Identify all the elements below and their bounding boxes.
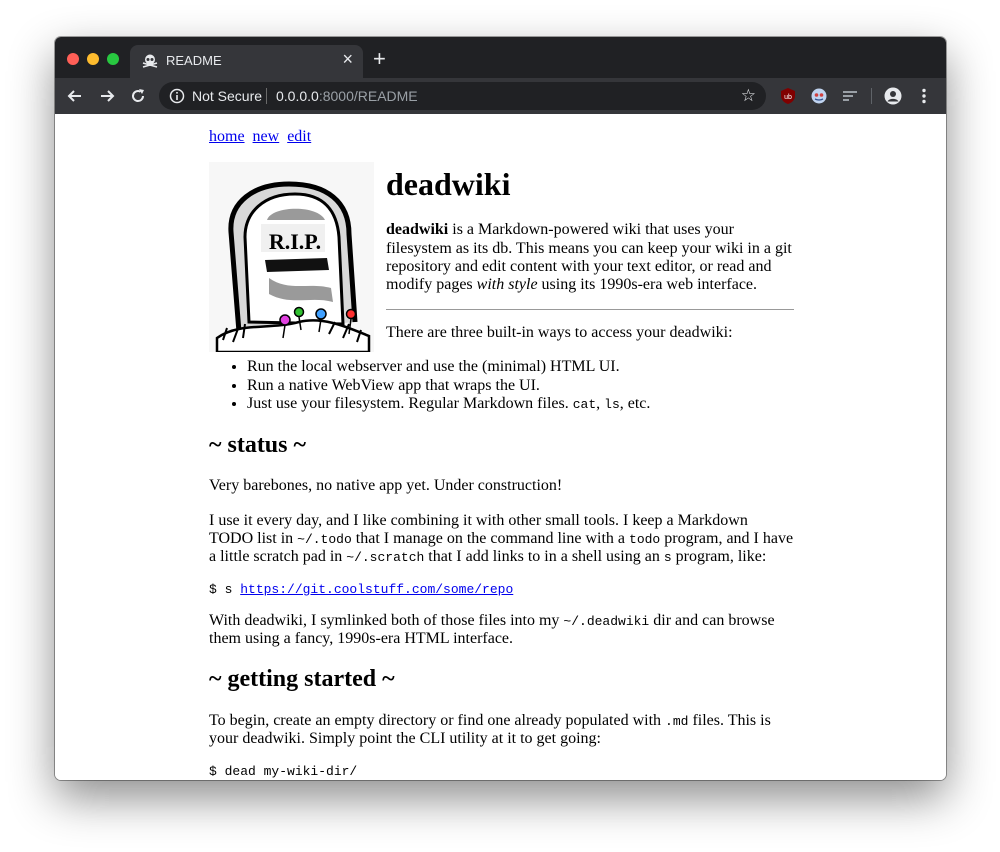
url-host: 0.0.0.0 xyxy=(276,88,319,104)
list-item: Just use your filesystem. Regular Markdo… xyxy=(247,395,794,413)
status-paragraph-2: I use it every day, and I like combining… xyxy=(209,512,794,567)
gs-text-a: To begin, create an empty directory or f… xyxy=(209,712,666,730)
status-paragraph-1: Very barebones, no native app yet. Under… xyxy=(209,477,563,495)
code-todo-file: ~/.todo xyxy=(297,531,352,547)
browser-window: README × + Not Secure 0.0.0.0:8000/READM… xyxy=(55,37,946,780)
getting-started-paragraph: To begin, create an empty directory or f… xyxy=(209,712,794,749)
code-md-ext: .md xyxy=(665,714,689,730)
ublock-icon[interactable]: ub xyxy=(779,87,797,105)
edit-link[interactable]: edit xyxy=(287,128,311,145)
wiki-page: home new edit R.I.P. deadwiki deadwiki i… xyxy=(209,128,794,780)
window-minimize-button[interactable] xyxy=(87,53,99,65)
page-content: home new edit R.I.P. deadwiki deadwiki i… xyxy=(55,114,946,780)
code-todo-program: todo xyxy=(629,531,661,547)
menu-kebab-icon[interactable] xyxy=(915,87,933,105)
code-deadwiki-dir: ~/.deadwiki xyxy=(563,613,650,629)
address-divider xyxy=(266,88,267,104)
status-paragraph-3: With deadwiki, I symlinked both of those… xyxy=(209,612,794,649)
bookmark-star-icon[interactable]: ☆ xyxy=(741,86,756,106)
ways-list: Run the local webserver and use the (min… xyxy=(209,358,794,413)
address-bar[interactable]: Not Secure 0.0.0.0:8000/README ☆ xyxy=(159,82,766,110)
ways-intro: There are three built-in ways to access … xyxy=(386,323,733,341)
url-text: 0.0.0.0:8000/README xyxy=(276,88,418,104)
home-link[interactable]: home xyxy=(209,128,245,145)
tab-close-icon[interactable]: × xyxy=(342,49,353,70)
status-text-b: that I manage on the command line with a xyxy=(351,529,630,547)
command-example: $ s https://git.coolstuff.com/some/repo xyxy=(209,581,794,598)
tab-title: README xyxy=(166,53,222,68)
tombstone-logo: R.I.P. xyxy=(209,162,374,353)
intro-text: deadwiki deadwiki is a Markdown-powered … xyxy=(386,162,794,342)
intro-paragraph: deadwiki is a Markdown-powered wiki that… xyxy=(386,221,794,295)
tab-readme[interactable]: README × xyxy=(130,45,363,78)
extension-face-icon[interactable] xyxy=(810,87,828,105)
code-ls: ls xyxy=(604,397,620,413)
status-text-e: program, like: xyxy=(671,548,767,566)
code-s-program: s xyxy=(663,550,672,566)
new-tab-button[interactable]: + xyxy=(373,46,386,72)
forward-arrow-icon[interactable] xyxy=(97,86,117,106)
skull-icon xyxy=(142,54,158,68)
list-item-end: , etc. xyxy=(619,395,651,413)
getting-started-heading: ~ getting started ~ xyxy=(209,666,395,693)
status-text-d: that I add links to in a shell using an xyxy=(424,548,664,566)
window-close-button[interactable] xyxy=(67,53,79,65)
status-heading: ~ status ~ xyxy=(209,431,306,458)
list-item: Run a native WebView app that wraps the … xyxy=(247,377,794,395)
profile-avatar-icon[interactable] xyxy=(884,87,902,105)
reload-icon[interactable] xyxy=(128,86,148,106)
tab-bar: README × + xyxy=(55,37,946,78)
status-text-f: With deadwiki, I symlinked both of those… xyxy=(209,611,564,629)
browser-toolbar: Not Secure 0.0.0.0:8000/README ☆ ub xyxy=(55,78,946,114)
url-path: :8000/README xyxy=(318,88,418,104)
intro-emphasis: with style xyxy=(476,276,538,294)
wiki-nav: home new edit xyxy=(209,128,794,146)
divider xyxy=(386,308,794,310)
intro-text-2: using its 1990s-era web interface. xyxy=(537,276,758,294)
window-maximize-button[interactable] xyxy=(107,53,119,65)
code-cat: cat xyxy=(572,397,597,413)
page-title: deadwiki xyxy=(386,166,511,203)
list-item: Run the local webserver and use the (min… xyxy=(247,358,794,376)
list-item-sep: , xyxy=(596,395,605,413)
back-arrow-icon[interactable] xyxy=(65,86,85,106)
code-scratch-file: ~/.scratch xyxy=(346,550,425,566)
reader-mode-icon[interactable] xyxy=(841,87,859,105)
toolbar-divider xyxy=(871,88,872,104)
repo-link[interactable]: https://git.coolstuff.com/some/repo xyxy=(240,582,513,597)
security-status: Not Secure xyxy=(192,88,263,104)
list-item-text: Just use your filesystem. Regular Markdo… xyxy=(247,395,573,413)
svg-text:ub: ub xyxy=(784,94,792,101)
command-prefix: $ s xyxy=(209,581,241,597)
intro-bold-name: deadwiki xyxy=(386,221,449,239)
new-link[interactable]: new xyxy=(253,128,280,145)
info-icon[interactable] xyxy=(169,88,185,104)
getting-started-command: $ dead my-wiki-dir/ xyxy=(209,763,358,779)
logo-rip-text: R.I.P. xyxy=(269,229,321,254)
intro-section: R.I.P. deadwiki deadwiki is a Markdown-p… xyxy=(209,162,794,353)
